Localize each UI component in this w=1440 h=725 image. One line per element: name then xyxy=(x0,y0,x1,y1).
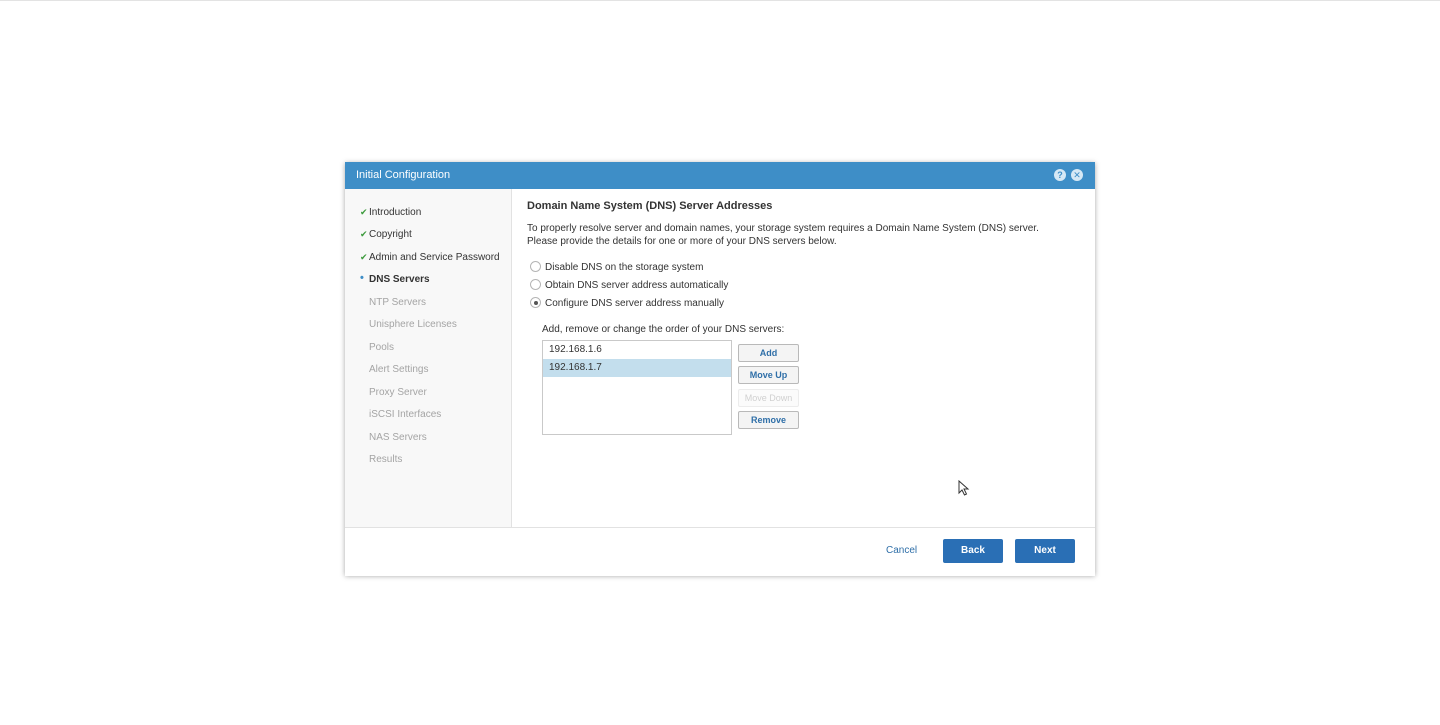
check-icon: ✔ xyxy=(360,252,368,262)
radio-label: Configure DNS server address manually xyxy=(545,298,724,310)
bullet-icon: • xyxy=(360,272,364,284)
sidebar-item-alert-settings: Alert Settings xyxy=(369,364,428,375)
sidebar-item-copyright[interactable]: ✔ Copyright xyxy=(360,229,412,240)
sidebar-item-proxy-server: Proxy Server xyxy=(369,387,427,398)
wizard-steps-sidebar: ✔ Introduction ✔ Copyright ✔ Admin and S… xyxy=(345,189,512,527)
dialog-footer: Cancel Back Next xyxy=(345,527,1095,576)
list-item[interactable]: 192.168.1.6 xyxy=(543,341,731,359)
list-item-selected[interactable]: 192.168.1.7 xyxy=(543,359,731,377)
back-button[interactable]: Back xyxy=(943,539,1003,563)
move-up-button[interactable]: Move Up xyxy=(738,366,799,384)
dialog-title: Initial Configuration xyxy=(356,169,451,181)
section-description: To properly resolve server and domain na… xyxy=(527,223,1039,247)
sidebar-item-results: Results xyxy=(369,454,402,465)
next-button[interactable]: Next xyxy=(1015,539,1075,563)
sidebar-item-label: Pools xyxy=(369,342,395,353)
radio-obtain-dns-auto[interactable]: Obtain DNS server address automatically xyxy=(530,279,729,292)
sidebar-item-label: Unisphere Licenses xyxy=(369,319,457,330)
dns-server-list[interactable]: 192.168.1.6 192.168.1.7 xyxy=(542,340,732,435)
mouse-cursor-icon xyxy=(958,480,970,496)
section-heading: Domain Name System (DNS) Server Addresse… xyxy=(527,200,773,212)
sidebar-item-label: iSCSI Interfaces xyxy=(369,409,442,420)
move-down-button: Move Down xyxy=(738,389,799,407)
sidebar-item-admin-password[interactable]: ✔ Admin and Service Password xyxy=(360,252,500,263)
add-button[interactable]: Add xyxy=(738,344,799,362)
radio-label: Disable DNS on the storage system xyxy=(545,262,704,274)
sidebar-item-dns-servers[interactable]: • DNS Servers xyxy=(360,272,430,285)
sidebar-item-ntp-servers: NTP Servers xyxy=(369,297,426,308)
dns-list-label: Add, remove or change the order of your … xyxy=(542,324,785,335)
sidebar-item-introduction[interactable]: ✔ Introduction xyxy=(360,207,422,218)
sidebar-item-label: Introduction xyxy=(369,207,422,218)
sidebar-item-label: NAS Servers xyxy=(369,432,427,443)
sidebar-item-label: Alert Settings xyxy=(369,364,429,375)
radio-button[interactable] xyxy=(530,261,541,272)
sidebar-item-pools: Pools xyxy=(369,342,394,353)
close-icon[interactable]: ✕ xyxy=(1071,169,1083,181)
sidebar-item-nas-servers: NAS Servers xyxy=(369,432,427,443)
sidebar-item-label: DNS Servers xyxy=(369,274,430,285)
sidebar-item-iscsi-interfaces: iSCSI Interfaces xyxy=(369,409,441,420)
radio-configure-dns-manually[interactable]: Configure DNS server address manually xyxy=(530,297,724,310)
dns-config-panel: Domain Name System (DNS) Server Addresse… xyxy=(512,189,1095,527)
dialog-titlebar: Initial Configuration ? ✕ xyxy=(345,162,1095,189)
sidebar-item-label: NTP Servers xyxy=(369,297,427,308)
sidebar-item-label: Copyright xyxy=(369,229,412,240)
radio-button-selected[interactable] xyxy=(530,297,541,308)
sidebar-item-label: Proxy Server xyxy=(369,387,427,398)
initial-configuration-dialog: Initial Configuration ? ✕ ✔ Introduction… xyxy=(345,162,1095,576)
cancel-link[interactable]: Cancel xyxy=(886,545,917,556)
check-icon: ✔ xyxy=(360,207,368,217)
sidebar-item-label: Admin and Service Password xyxy=(369,252,500,263)
radio-disable-dns[interactable]: Disable DNS on the storage system xyxy=(530,261,704,274)
check-icon: ✔ xyxy=(360,229,368,239)
help-icon[interactable]: ? xyxy=(1054,169,1066,181)
radio-label: Obtain DNS server address automatically xyxy=(545,280,729,292)
sidebar-item-unisphere-licenses: Unisphere Licenses xyxy=(369,319,457,330)
sidebar-item-label: Results xyxy=(369,454,403,465)
radio-button[interactable] xyxy=(530,279,541,290)
page-top-border xyxy=(0,0,1440,1)
remove-button[interactable]: Remove xyxy=(738,411,799,429)
